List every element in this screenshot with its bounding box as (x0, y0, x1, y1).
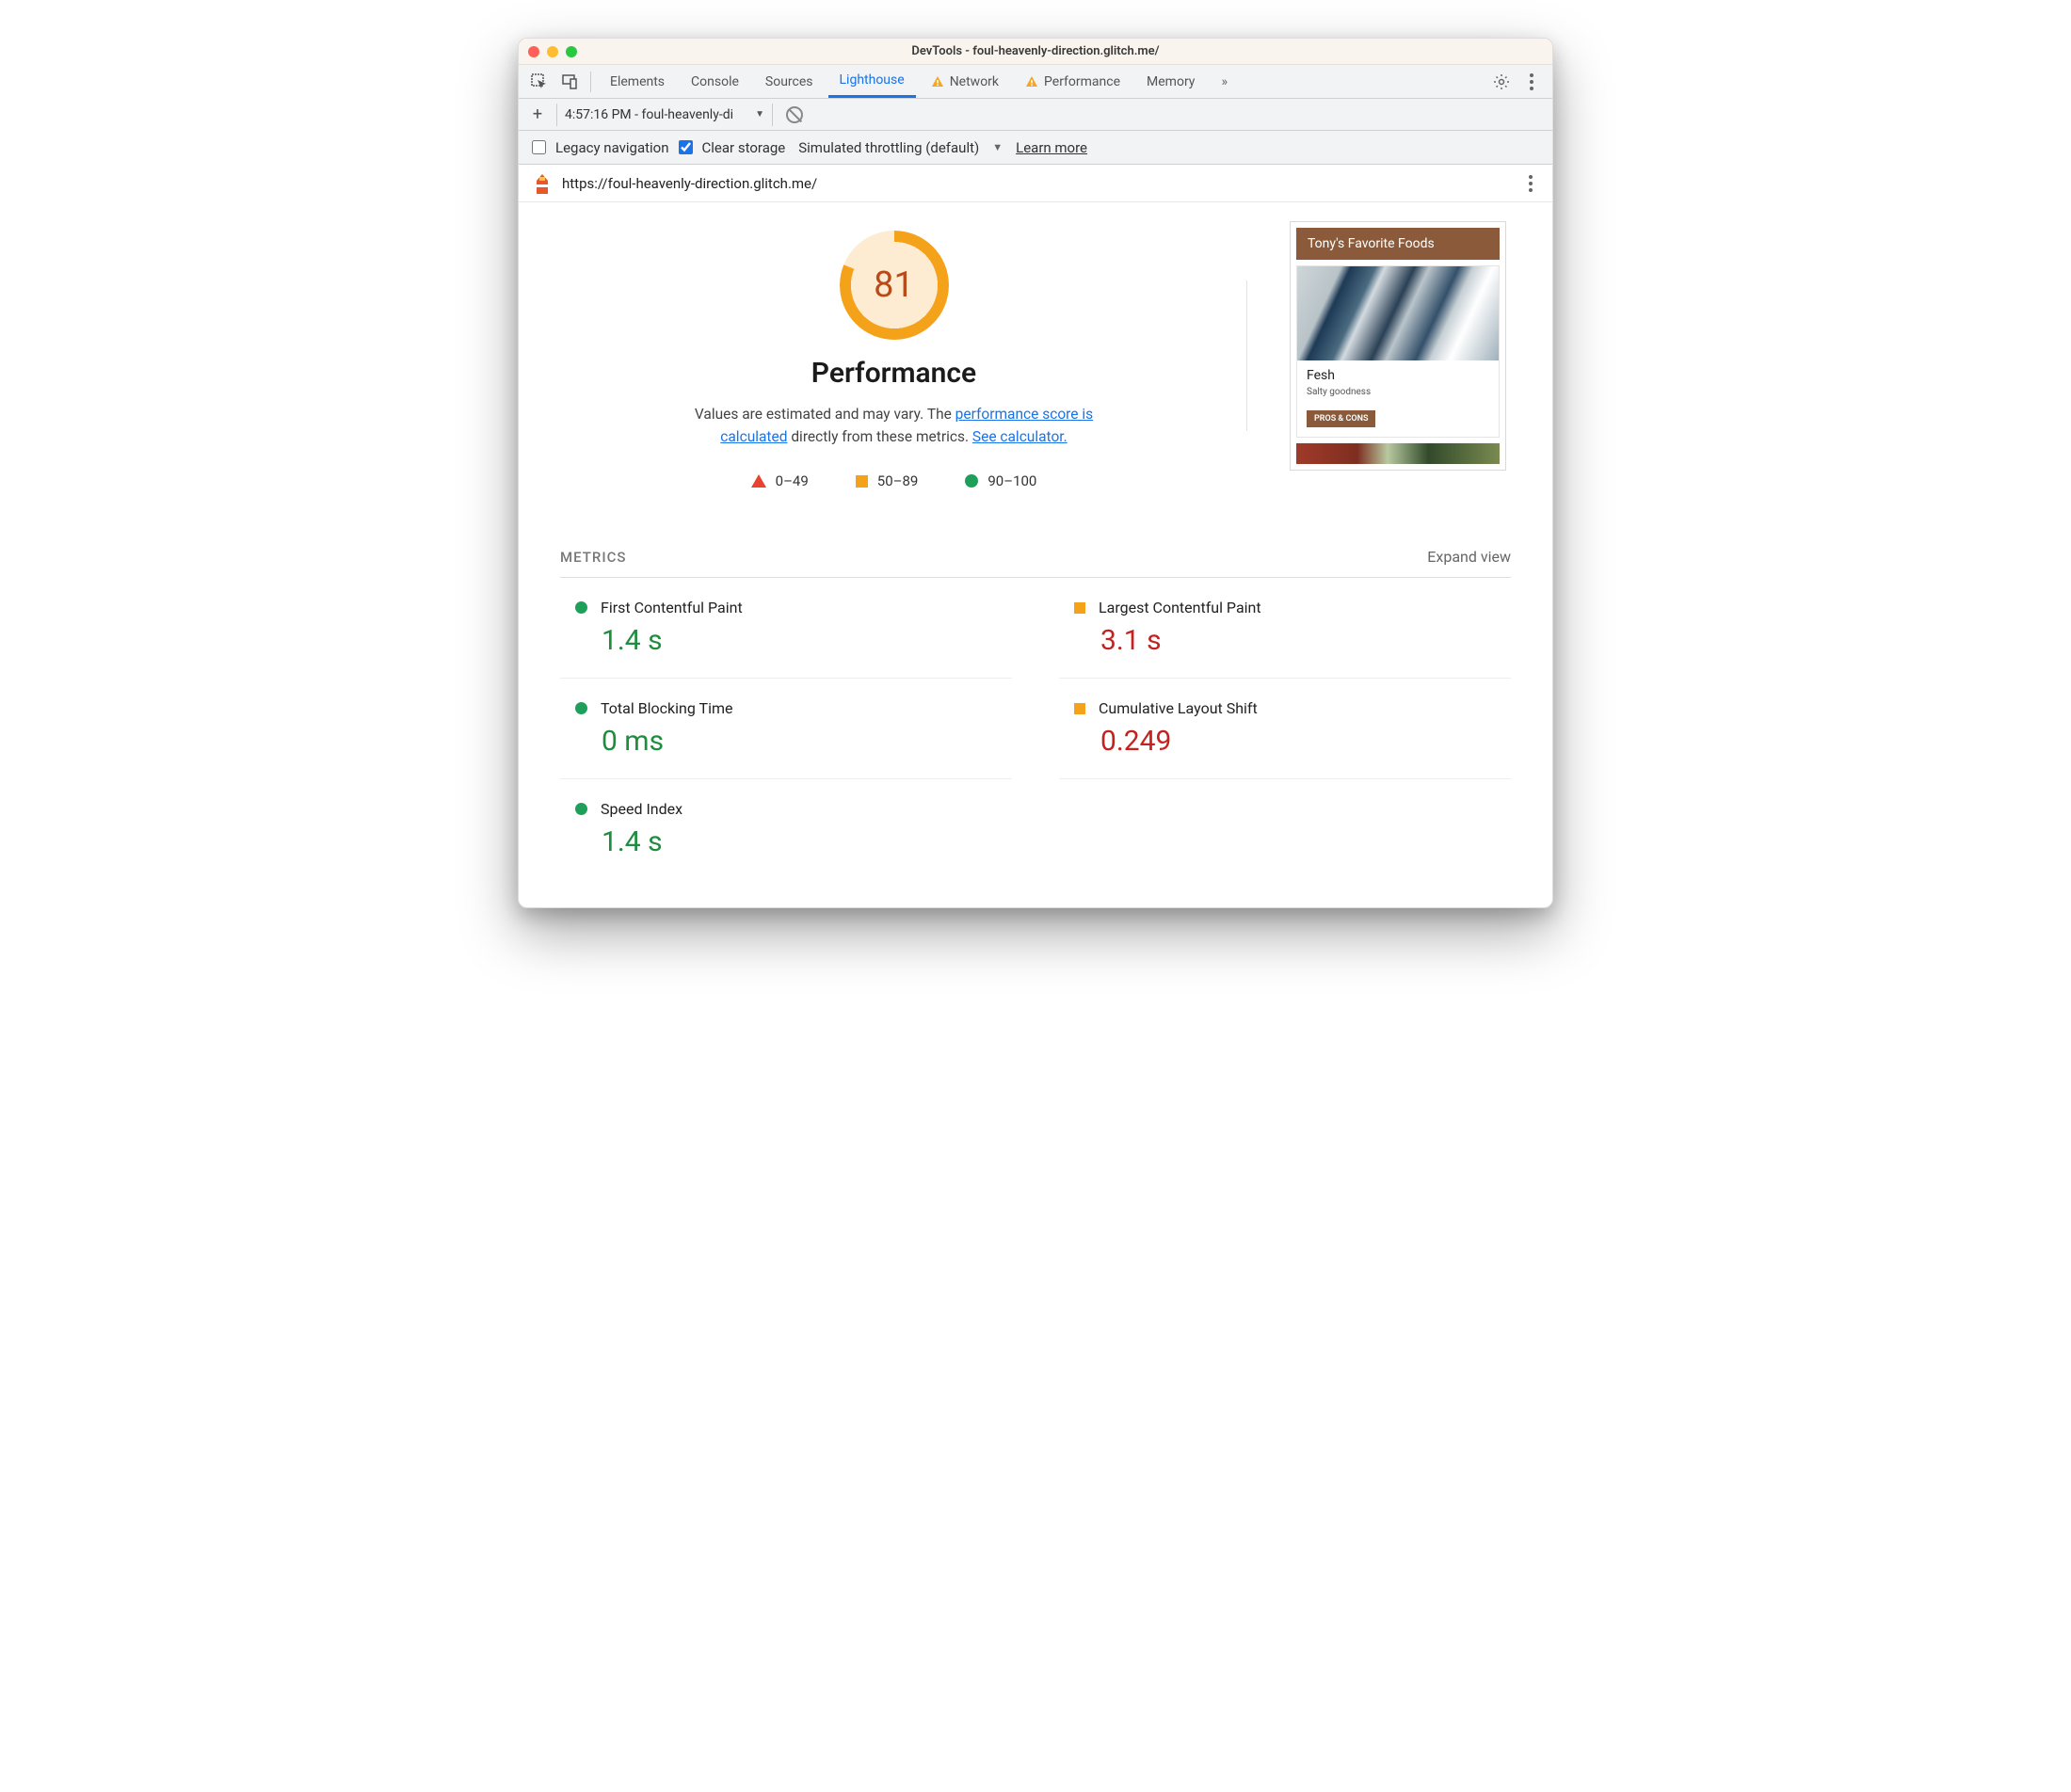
tested-url: https://foul-heavenly-direction.glitch.m… (562, 175, 1513, 192)
lighthouse-options: Legacy navigation Clear storage Simulate… (519, 131, 1552, 165)
report-menu-icon[interactable] (1522, 175, 1539, 192)
new-report-button[interactable]: + (528, 104, 547, 124)
metric-value: 1.4 s (602, 825, 1012, 858)
report-dropdown[interactable]: 4:57:16 PM - foul-heavenly-di ▼ (556, 104, 773, 126)
fail-range-label: 0–49 (776, 472, 809, 489)
legacy-nav-checkbox[interactable] (532, 140, 546, 154)
category-title: Performance (811, 357, 976, 390)
report-url-bar: https://foul-heavenly-direction.glitch.m… (519, 165, 1552, 202)
warning-icon (1025, 75, 1038, 88)
learn-more-link[interactable]: Learn more (1016, 139, 1087, 156)
inspect-element-icon[interactable] (526, 73, 553, 90)
score-gauge[interactable]: 81 (840, 231, 949, 340)
titlebar: DevTools - foul-heavenly-direction.glitc… (519, 39, 1552, 65)
metric-label: Cumulative Layout Shift (1099, 699, 1258, 717)
tab-memory[interactable]: Memory (1135, 65, 1206, 98)
preview-header: Tony's Favorite Foods (1296, 228, 1500, 260)
metric-label: Largest Contentful Paint (1099, 599, 1261, 616)
preview-card-title: Fesh (1307, 368, 1489, 383)
metric-value: 0 ms (602, 725, 1012, 758)
metric-si[interactable]: Speed Index 1.4 s (560, 779, 1012, 879)
more-menu-icon[interactable] (1518, 73, 1545, 90)
metric-fcp[interactable]: First Contentful Paint 1.4 s (560, 578, 1012, 679)
chevron-down-icon[interactable]: ▼ (992, 141, 1003, 153)
expand-view-button[interactable]: Expand view (1427, 548, 1511, 566)
clear-icon[interactable] (786, 106, 803, 123)
metrics-section: METRICS Expand view First Contentful Pai… (519, 527, 1552, 907)
chevron-down-icon: ▼ (755, 109, 764, 120)
metric-value: 3.1 s (1100, 624, 1511, 657)
lighthouse-icon (532, 171, 553, 196)
clear-storage-label: Clear storage (702, 139, 786, 156)
see-calculator-link[interactable]: See calculator. (972, 428, 1068, 445)
tabs-overflow[interactable]: » (1210, 65, 1239, 98)
avg-icon (1074, 602, 1085, 614)
tab-lighthouse[interactable]: Lighthouse (828, 65, 916, 98)
metrics-heading: METRICS (560, 549, 626, 566)
lighthouse-subbar: + 4:57:16 PM - foul-heavenly-di ▼ (519, 99, 1552, 131)
report-body: 81 Performance Values are estimated and … (519, 202, 1552, 527)
window-title: DevTools - foul-heavenly-direction.glitc… (519, 44, 1552, 58)
metric-label: First Contentful Paint (601, 599, 743, 616)
warning-icon (931, 75, 944, 88)
score-value: 81 (851, 242, 938, 328)
preview-image-2 (1296, 443, 1500, 464)
preview-card-subtitle: Salty goodness (1307, 387, 1489, 397)
pass-range-icon (965, 474, 978, 488)
avg-range-label: 50–89 (877, 472, 919, 489)
pass-icon (575, 702, 587, 714)
device-toggle-icon[interactable] (556, 73, 583, 90)
devtools-tabbar: Elements Console Sources Lighthouse Netw… (519, 65, 1552, 99)
avg-icon (1074, 703, 1085, 714)
divider (1246, 280, 1247, 431)
tab-elements[interactable]: Elements (599, 65, 676, 98)
pass-icon (575, 803, 587, 815)
score-legend: 0–49 50–89 90–100 (751, 472, 1037, 489)
tab-performance[interactable]: Performance (1014, 65, 1132, 98)
metric-label: Total Blocking Time (601, 699, 732, 717)
category-description: Values are estimated and may vary. The p… (682, 403, 1106, 448)
divider (590, 72, 591, 92)
page-screenshot-preview: Tony's Favorite Foods Fesh Salty goodnes… (1290, 221, 1506, 471)
metric-cls[interactable]: Cumulative Layout Shift 0.249 (1059, 679, 1511, 779)
throttling-label: Simulated throttling (default) (798, 139, 979, 156)
avg-range-icon (856, 475, 868, 488)
legacy-nav-label: Legacy navigation (555, 139, 669, 156)
pass-range-label: 90–100 (987, 472, 1036, 489)
fail-range-icon (751, 474, 766, 488)
metric-value: 1.4 s (602, 624, 1012, 657)
tab-network[interactable]: Network (920, 65, 1010, 98)
metric-label: Speed Index (601, 800, 682, 818)
settings-gear-icon[interactable] (1488, 73, 1515, 90)
metric-value: 0.249 (1100, 725, 1511, 758)
devtools-window: DevTools - foul-heavenly-direction.glitc… (518, 38, 1553, 908)
clear-storage-checkbox[interactable] (679, 140, 693, 154)
tab-sources[interactable]: Sources (754, 65, 825, 98)
pass-icon (575, 601, 587, 614)
preview-image (1297, 266, 1499, 360)
preview-card-button: PROS & CONS (1307, 410, 1375, 427)
metric-lcp[interactable]: Largest Contentful Paint 3.1 s (1059, 578, 1511, 679)
preview-card: Fesh Salty goodness PROS & CONS (1296, 265, 1500, 438)
metric-tbt[interactable]: Total Blocking Time 0 ms (560, 679, 1012, 779)
tab-console[interactable]: Console (680, 65, 750, 98)
